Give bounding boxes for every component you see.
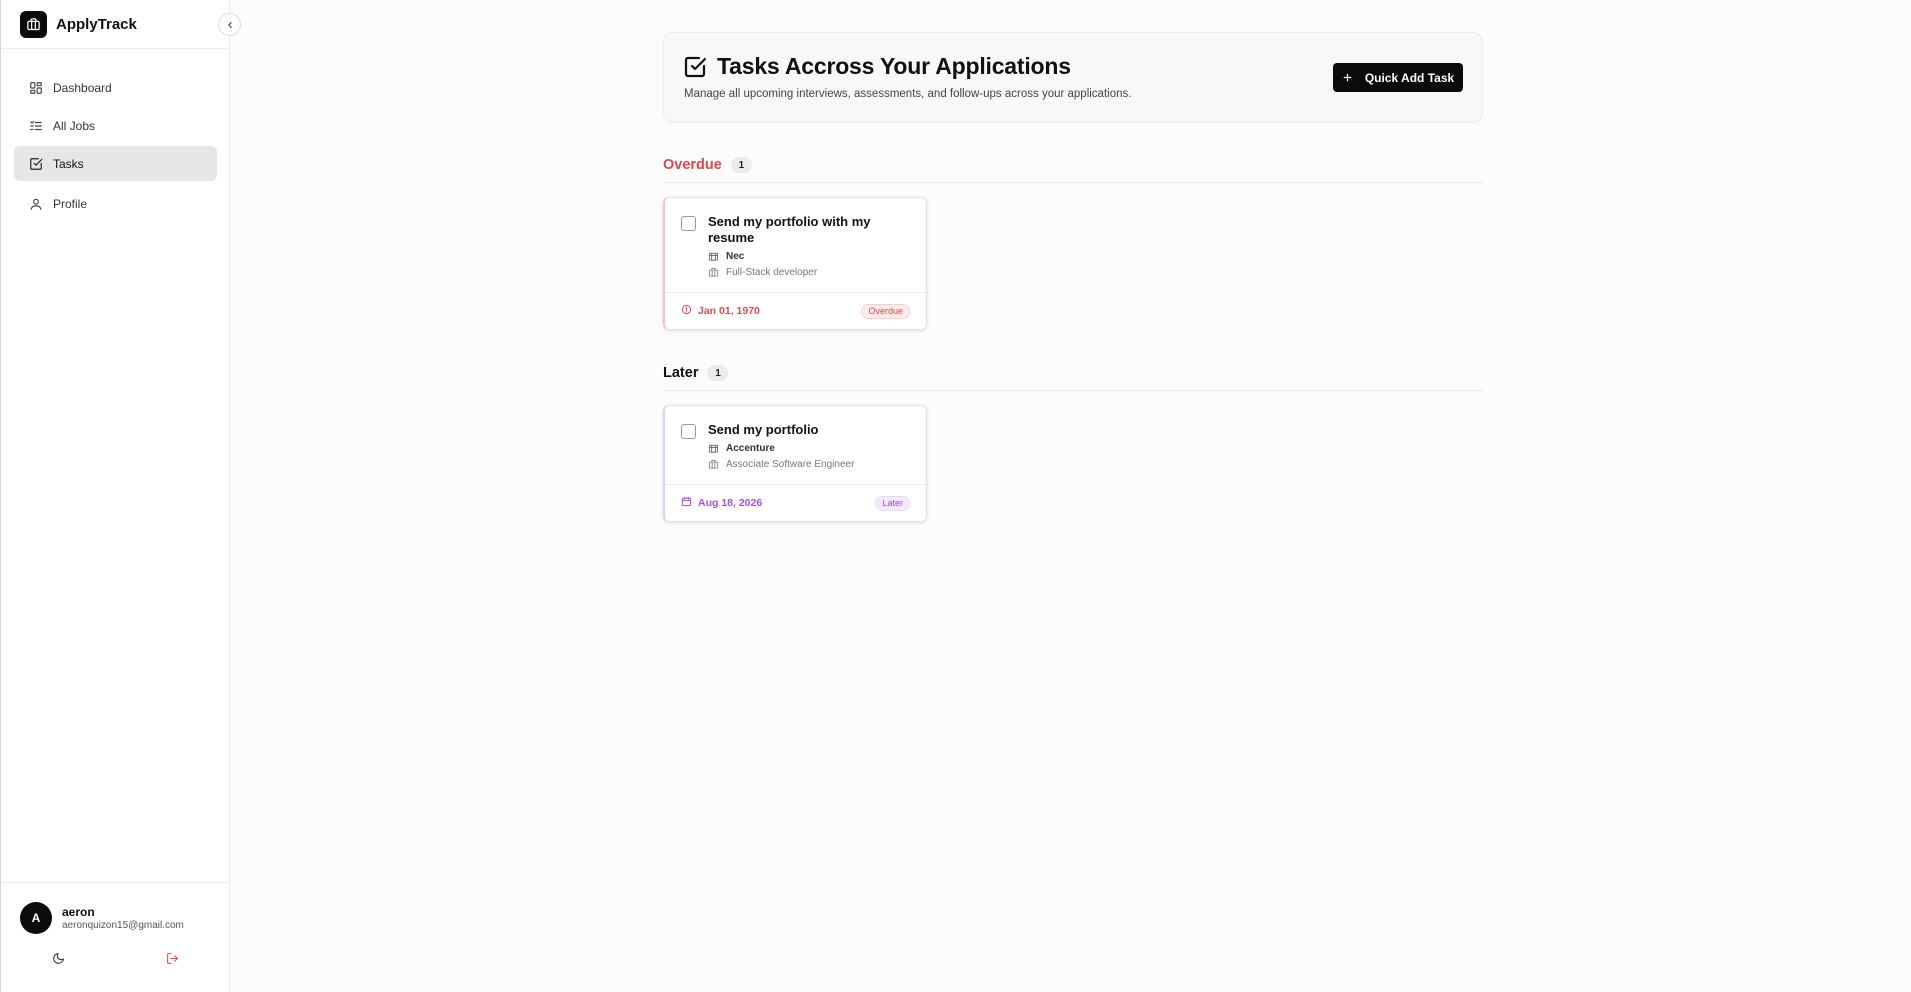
- sidebar-item-all-jobs[interactable]: All Jobs: [14, 108, 217, 143]
- app-name: ApplyTrack: [56, 15, 137, 33]
- task-card[interactable]: Send my portfolio Accenture Associate So…: [663, 405, 927, 522]
- sidebar-footer: A aeron aeronquizon15@gmail.com: [1, 882, 230, 992]
- count-badge: 1: [707, 365, 729, 381]
- sidebar-item-label: Tasks: [53, 156, 84, 171]
- building-icon: [708, 443, 719, 454]
- user-icon: [29, 197, 43, 211]
- sidebar-item-profile[interactable]: Profile: [14, 186, 217, 221]
- user-email: aeronquizon15@gmail.com: [62, 919, 184, 931]
- brand: ApplyTrack: [1, 0, 241, 49]
- briefcase-logo-icon: [20, 10, 47, 38]
- avatar: A: [20, 902, 52, 934]
- task-title: Send my portfolio: [708, 422, 819, 437]
- sidebar: ApplyTrack Dashboard All Jobs Tasks Prof…: [0, 0, 241, 992]
- sidebar-item-label: Profile: [53, 196, 88, 211]
- status-badge: Later: [875, 495, 910, 511]
- task-due-date: Aug 18, 2026: [698, 497, 763, 509]
- task-checkbox[interactable]: [681, 216, 696, 231]
- dashboard-icon: [29, 81, 43, 95]
- task-due-date: Jan 01, 1970: [698, 305, 760, 317]
- briefcase-icon: [708, 459, 719, 470]
- logout-button[interactable]: [115, 952, 229, 965]
- task-company: Nec: [726, 251, 745, 262]
- section-title: Later: [663, 365, 699, 381]
- building-icon: [708, 251, 719, 262]
- quick-add-task-button[interactable]: Quick Add Task: [1333, 63, 1463, 92]
- main-content: Tasks Accross Your Applications Manage a…: [663, 32, 1483, 522]
- section-overdue: Overdue 1 Send my portfolio with my resu…: [663, 157, 1483, 330]
- logout-icon: [166, 953, 178, 964]
- page-title: Tasks Accross Your Applications: [717, 53, 1071, 79]
- sidebar-item-label: All Jobs: [53, 118, 96, 133]
- status-badge: Overdue: [861, 303, 910, 319]
- quick-add-label: Quick Add Task: [1364, 70, 1455, 85]
- sidebar-nav: Dashboard All Jobs Tasks Profile: [1, 49, 229, 221]
- task-role: Associate Software Engineer: [726, 459, 855, 470]
- task-checkbox[interactable]: [681, 424, 696, 439]
- theme-toggle-button[interactable]: [1, 952, 115, 965]
- collapse-sidebar-button[interactable]: [218, 13, 241, 36]
- task-title: Send my portfolio with my resume: [708, 214, 871, 245]
- checkbox-icon: [29, 157, 43, 171]
- plus-icon: [1342, 72, 1353, 83]
- clock-alert-icon: [681, 304, 692, 318]
- moon-icon: [52, 953, 64, 964]
- sidebar-item-tasks[interactable]: Tasks: [14, 146, 217, 181]
- checkbox-icon: [684, 56, 707, 77]
- task-company: Accenture: [726, 443, 775, 454]
- user-name: aeron: [62, 904, 95, 919]
- list-icon: [29, 119, 43, 133]
- user-info[interactable]: A aeron aeronquizon15@gmail.com: [1, 883, 230, 934]
- task-card[interactable]: Send my portfolio with my resume Nec Ful…: [663, 197, 927, 330]
- sidebar-item-dashboard[interactable]: Dashboard: [14, 70, 217, 105]
- section-later: Later 1 Send my portfolio Accenture Asso…: [663, 365, 1483, 522]
- count-badge: 1: [730, 157, 752, 173]
- section-title: Overdue: [663, 157, 722, 173]
- sidebar-item-label: Dashboard: [53, 80, 112, 95]
- page-header: Tasks Accross Your Applications Manage a…: [663, 32, 1483, 123]
- briefcase-icon: [708, 267, 719, 278]
- chevron-left-icon: [227, 21, 232, 28]
- task-role: Full-Stack developer: [726, 267, 818, 278]
- calendar-icon: [681, 496, 692, 510]
